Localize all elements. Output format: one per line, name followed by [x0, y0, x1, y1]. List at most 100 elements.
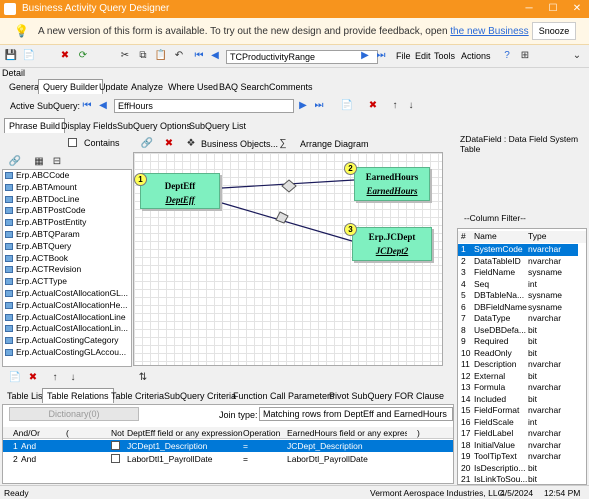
- column-row[interactable]: 7 DataType nvarchar: [458, 313, 578, 325]
- column-row[interactable]: 8 UseDBDefa... bit: [458, 325, 578, 337]
- sort-icon[interactable]: ⇅: [136, 371, 150, 385]
- table-list-item[interactable]: Erp.ACTRevision: [3, 264, 131, 276]
- save-icon[interactable]: 💾: [4, 49, 18, 63]
- menu-tools[interactable]: Tools: [434, 51, 455, 61]
- tab-pivot-subquery[interactable]: Pivot SubQuery FOR Clause: [324, 388, 449, 403]
- column-row[interactable]: 9 Required bit: [458, 336, 578, 348]
- table-node-depteff[interactable]: DeptEff DeptEff: [140, 173, 220, 209]
- table-list-item[interactable]: Erp.ActualCostAllocationGL...: [3, 288, 131, 300]
- chevron-down-icon[interactable]: ⌄: [570, 49, 584, 63]
- column-row[interactable]: 11 Description nvarchar: [458, 359, 578, 371]
- paste-icon[interactable]: 📋: [154, 49, 168, 63]
- tree-icon[interactable]: ⊞: [518, 49, 532, 63]
- sum-icon[interactable]: ∑: [276, 137, 290, 151]
- new-relation-icon[interactable]: 📄: [8, 371, 22, 385]
- new-icon[interactable]: 📄: [22, 49, 36, 63]
- help-icon[interactable]: ?: [500, 49, 514, 63]
- diagram-canvas[interactable]: DeptEff DeptEff 1 EarnedHours EarnedHour…: [133, 152, 443, 366]
- move-up-icon[interactable]: ↑: [48, 371, 62, 385]
- column-row[interactable]: 4 Seq int: [458, 279, 578, 291]
- column-row[interactable]: 5 DBTableNa... sysname: [458, 290, 578, 302]
- cut-icon[interactable]: ✂: [118, 49, 132, 63]
- column-row[interactable]: 16 FieldScale int: [458, 417, 578, 429]
- not-checkbox[interactable]: [111, 441, 120, 450]
- table-list-item[interactable]: Erp.ABTPostEntity: [3, 217, 131, 229]
- link-icon[interactable]: 🔗: [140, 137, 154, 151]
- table-list-item[interactable]: Erp.ACTBook: [3, 253, 131, 265]
- contains-checkbox[interactable]: [68, 138, 77, 149]
- column-row[interactable]: 21 IsLinkToSou... bit: [458, 474, 578, 484]
- arrange-diagram-button[interactable]: Arrange Diagram: [300, 139, 369, 149]
- copy-icon[interactable]: ⧉: [136, 49, 150, 63]
- table-list-item[interactable]: Erp.ABTDocLine: [3, 194, 131, 206]
- last-subquery-icon[interactable]: ⏭: [312, 99, 326, 113]
- column-row[interactable]: 10 ReadOnly bit: [458, 348, 578, 360]
- tab-function-call-parameters[interactable]: Function Call Parameters: [228, 388, 340, 403]
- banner-link[interactable]: the new Business: [450, 26, 528, 37]
- close-icon[interactable]: ✕: [570, 2, 584, 16]
- next-subquery-icon[interactable]: ▶: [296, 99, 310, 113]
- first-record-icon[interactable]: ⏮: [192, 49, 206, 63]
- column-row[interactable]: 1 SystemCode nvarchar: [458, 244, 578, 256]
- column-row[interactable]: 18 InitialValue nvarchar: [458, 440, 578, 452]
- column-row[interactable]: 19 ToolTipText nvarchar: [458, 451, 578, 463]
- column-row[interactable]: 15 FieldFormat nvarchar: [458, 405, 578, 417]
- delete-relation-icon[interactable]: ✖: [26, 371, 40, 385]
- delete-subquery-icon[interactable]: ✖: [366, 99, 380, 113]
- dictionary-button[interactable]: Dictionary(0): [9, 407, 139, 421]
- table-list-item[interactable]: Erp.ABTAmount: [3, 182, 131, 194]
- column-row[interactable]: 2 DataTableID nvarchar: [458, 256, 578, 268]
- table-list-item[interactable]: Erp.ABTQParam: [3, 229, 131, 241]
- table-list-item[interactable]: Erp.ACTType: [3, 276, 131, 288]
- table-list-item[interactable]: Erp.ABTQuery: [3, 241, 131, 253]
- tab-analyze[interactable]: Analyze: [126, 79, 168, 94]
- move-down-icon[interactable]: ↓: [66, 371, 80, 385]
- undo-icon[interactable]: ↶: [172, 49, 186, 63]
- table-list-item[interactable]: Erp.ActualCostAllocationLine: [3, 312, 131, 324]
- column-row[interactable]: 12 External bit: [458, 371, 578, 383]
- business-objects-icon[interactable]: ❖: [184, 137, 198, 151]
- table-list-item[interactable]: Erp.ABCCode: [3, 170, 131, 182]
- active-subquery-select[interactable]: EffHours: [114, 99, 294, 113]
- table-list-item[interactable]: Erp.ActualCostAllocationHe...: [3, 300, 131, 312]
- column-row[interactable]: 14 Included bit: [458, 394, 578, 406]
- query-id-field[interactable]: TCProductivityRange: [226, 50, 378, 64]
- menu-actions[interactable]: Actions: [461, 51, 491, 61]
- business-objects-button[interactable]: Business Objects...: [201, 139, 278, 149]
- join-type-select[interactable]: Matching rows from DeptEff and EarnedHou…: [259, 407, 453, 421]
- remove-icon[interactable]: ✖: [162, 137, 176, 151]
- table-node-earnedhours[interactable]: EarnedHours EarnedHours: [354, 167, 430, 201]
- menu-file[interactable]: File: [396, 51, 411, 61]
- relation-row[interactable]: 2 And LaborDtl1_PayrollDate = LaborDtl_P…: [3, 453, 453, 465]
- table-node-jcdept[interactable]: Erp.JCDept JCDept2: [352, 227, 432, 261]
- last-record-icon[interactable]: ⏭: [374, 49, 388, 63]
- not-checkbox[interactable]: [111, 454, 120, 463]
- prev-record-icon[interactable]: ◀: [208, 49, 222, 63]
- next-record-icon[interactable]: ▶: [358, 49, 372, 63]
- new-subquery-icon[interactable]: 📄: [340, 99, 354, 113]
- tab-subquery-list[interactable]: SubQuery List: [184, 118, 251, 133]
- relation-row[interactable]: 1 And JCDept1_Description = JCDept_Descr…: [3, 440, 453, 452]
- menu-edit[interactable]: Edit: [415, 51, 431, 61]
- table-list-item[interactable]: Erp.ABTPostCode: [3, 205, 131, 217]
- delete-icon[interactable]: ✖: [58, 49, 72, 63]
- maximize-icon[interactable]: ☐: [546, 2, 560, 16]
- grid-icon[interactable]: ▦: [32, 155, 46, 169]
- column-row[interactable]: 20 IsDescriptio... bit: [458, 463, 578, 475]
- move-down-icon[interactable]: ↓: [404, 99, 418, 113]
- table-list-item[interactable]: Erp.ActualCostingCategory: [3, 335, 131, 347]
- refresh-icon[interactable]: ⟳: [76, 49, 90, 63]
- column-filter[interactable]: --Column Filter--: [464, 213, 526, 223]
- first-subquery-icon[interactable]: ⏮: [80, 99, 94, 113]
- tab-comments[interactable]: Comments: [264, 79, 318, 94]
- snooze-button[interactable]: Snooze: [532, 22, 576, 40]
- move-up-icon[interactable]: ↑: [388, 99, 402, 113]
- table-list-item[interactable]: Erp.ActualCostingGLAccou...: [3, 347, 131, 359]
- prev-subquery-icon[interactable]: ◀: [96, 99, 110, 113]
- table-list-item[interactable]: Erp.ActualCostAllocationLin...: [3, 323, 131, 335]
- column-row[interactable]: 6 DBFieldName sysname: [458, 302, 578, 314]
- column-row[interactable]: 3 FieldName sysname: [458, 267, 578, 279]
- filter-icon[interactable]: ⊟: [50, 155, 64, 169]
- minimize-icon[interactable]: ─: [522, 2, 536, 16]
- column-row[interactable]: 13 Formula nvarchar: [458, 382, 578, 394]
